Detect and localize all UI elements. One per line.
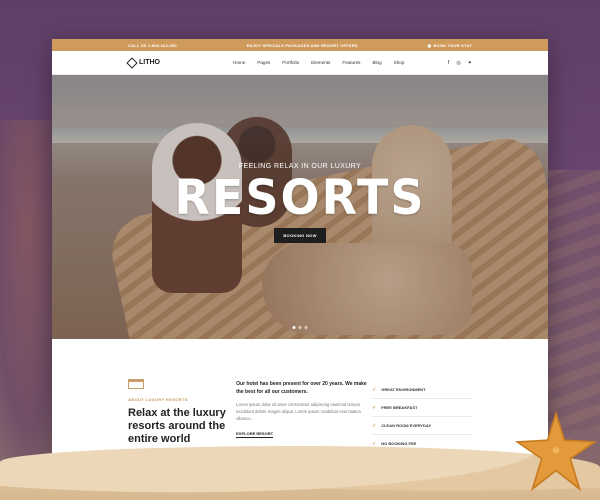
check-icon: ✓ <box>372 440 377 447</box>
slider-dot[interactable] <box>292 326 296 329</box>
facebook-icon[interactable]: f <box>448 60 449 66</box>
check-icon: ✓ <box>372 386 377 393</box>
twitter-icon[interactable]: ✦ <box>468 60 472 66</box>
about-text-column: Our hotel has been present for over 20 y… <box>236 379 372 453</box>
nav-item-pages[interactable]: Pages <box>257 60 270 65</box>
nav-menu: Home Pages Portfolio Elements Features B… <box>233 60 404 65</box>
list-item: ✓ CLEAN ROOM EVERYDAY <box>372 417 472 435</box>
about-title: Relax at the luxury resorts around the e… <box>128 407 226 445</box>
calendar-icon: ▣ <box>427 42 432 48</box>
main-nav: LITHO Home Pages Portfolio Elements Feat… <box>52 51 548 75</box>
hero-slider: FEELING RELAX IN OUR LUXURY RESORTS BOOK… <box>52 75 548 339</box>
site-logo[interactable]: LITHO <box>126 56 160 69</box>
hero-content: FEELING RELAX IN OUR LUXURY RESORTS BOOK… <box>52 163 548 243</box>
logo-cube-icon <box>126 56 138 69</box>
nav-item-shop[interactable]: Shop <box>394 60 405 65</box>
nav-item-portfolio[interactable]: Portfolio <box>282 60 299 65</box>
about-lead: Our hotel has been present for over 20 y… <box>236 381 367 395</box>
promo-text: ENJOY SPECIALS PACKAGES AND RESORT OFFER… <box>246 42 358 48</box>
instagram-icon[interactable]: ◎ <box>456 60 460 66</box>
nav-item-blog[interactable]: Blog <box>372 60 381 65</box>
check-icon: ✓ <box>372 404 377 411</box>
book-stay-link[interactable]: ▣ BOOK YOUR STAY <box>427 43 472 48</box>
feature-label: FREE BREAKFAST <box>381 405 418 410</box>
website-preview: CALL US 1-800-222-000 ENJOY SPECIALS PAC… <box>52 39 548 479</box>
top-bar: CALL US 1-800-222-000 ENJOY SPECIALS PAC… <box>52 39 548 51</box>
slider-dot[interactable] <box>304 326 308 329</box>
logo-text: LITHO <box>139 59 160 66</box>
phone-link[interactable]: CALL US 1-800-222-000 <box>128 43 177 48</box>
features-list: ✓ GREAT ENVIRONMENT ✓ FREE BREAKFAST ✓ CLEA… <box>372 379 472 453</box>
building-icon <box>128 379 144 389</box>
foreground-sand <box>0 446 600 500</box>
booking-now-button[interactable]: BOOKING NOW <box>274 228 326 243</box>
social-links: f ◎ ✦ <box>448 60 472 66</box>
about-heading-column: ABOUT LUXURY RESORTS Relax at the luxury… <box>128 379 236 453</box>
about-section: ABOUT LUXURY RESORTS Relax at the luxury… <box>52 339 548 453</box>
feature-label: CLEAN ROOM EVERYDAY <box>381 423 432 428</box>
feature-label: NO BOOKING FEE <box>381 441 417 446</box>
book-stay-label: BOOK YOUR STAY <box>433 42 472 48</box>
feature-label: GREAT ENVIRONMENT <box>381 387 426 392</box>
slider-dots <box>292 326 308 329</box>
backdrop-hammock-right <box>540 170 600 430</box>
nav-item-features[interactable]: Features <box>342 60 360 65</box>
nav-item-home[interactable]: Home <box>233 60 245 65</box>
starfish-decoration <box>514 410 598 492</box>
nav-item-elements[interactable]: Elements <box>311 60 330 65</box>
list-item: ✓ GREAT ENVIRONMENT <box>372 381 472 399</box>
list-item: ✓ FREE BREAKFAST <box>372 399 472 417</box>
check-icon: ✓ <box>372 422 377 429</box>
hero-title: RESORTS <box>174 168 426 226</box>
slider-dot[interactable] <box>298 326 302 329</box>
about-paragraph: Lorem ipsum dolor sit amet consectetur a… <box>236 402 361 421</box>
about-eyebrow: ABOUT LUXURY RESORTS <box>128 397 189 402</box>
explore-resort-link[interactable]: EXPLORE RESORT <box>236 431 274 438</box>
